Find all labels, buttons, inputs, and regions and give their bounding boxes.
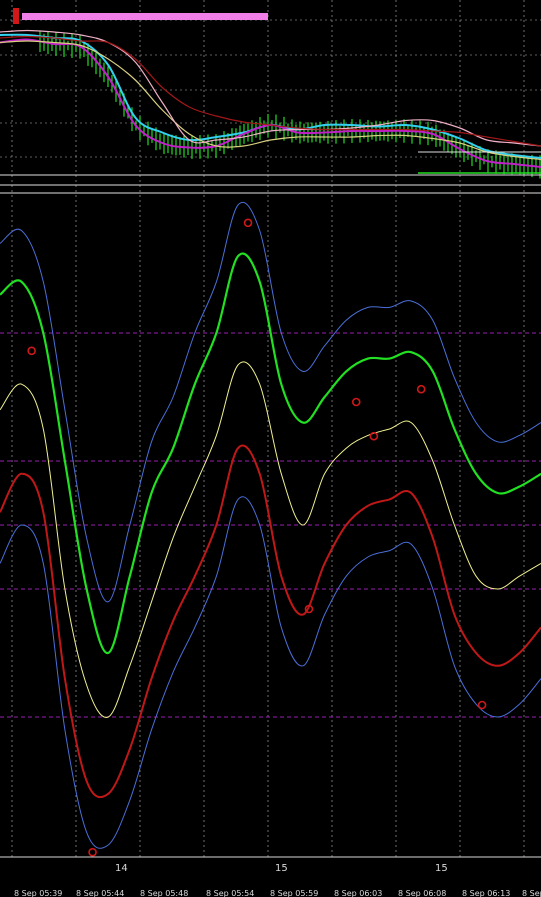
top-highlight-bar (22, 13, 268, 20)
time-label-4: 8 Sep 05:54 (206, 889, 254, 897)
chart-canvas: 14 15 15 8 Sep 05:39 8 Sep 05:44 8 Sep 0… (0, 0, 541, 897)
time-label-1: 8 Sep 05:39 (14, 889, 62, 897)
time-label-2: 8 Sep 05:44 (76, 889, 124, 897)
time-label-7: 8 Sep 06:08 (398, 889, 446, 897)
top-marker (13, 8, 19, 24)
time-label-6: 8 Sep 06:03 (334, 889, 382, 897)
cycle-label-2: 15 (275, 863, 288, 874)
cycle-label-1: 14 (115, 863, 128, 874)
time-label-9: 8 Sep (522, 889, 541, 897)
cycle-label-3: 15 (435, 863, 448, 874)
time-label-3: 8 Sep 05:48 (140, 889, 188, 897)
time-label-8: 8 Sep 06:13 (462, 889, 510, 897)
time-axis-labels: 8 Sep 05:39 8 Sep 05:44 8 Sep 05:48 8 Se… (14, 889, 541, 897)
time-label-5: 8 Sep 05:59 (270, 889, 318, 897)
